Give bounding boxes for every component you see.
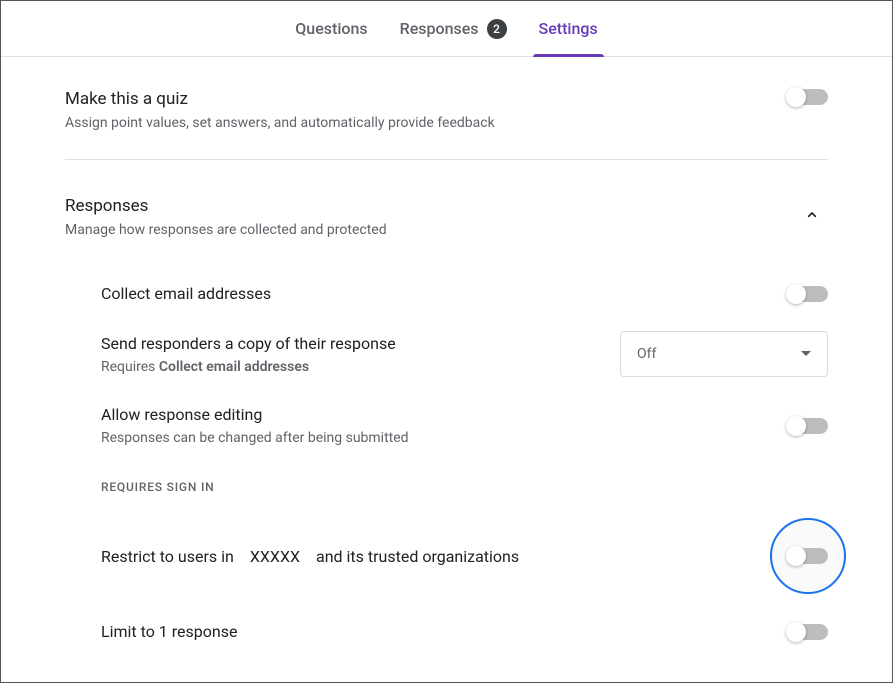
tab-responses[interactable]: Responses 2: [400, 1, 507, 57]
settings-content: Make this a quiz Assign point values, se…: [1, 57, 892, 683]
tab-settings-label: Settings: [539, 19, 598, 38]
chevron-up-icon: [804, 207, 820, 223]
tabs-header: Questions Responses 2 Settings: [1, 1, 892, 57]
responses-body: Collect email addresses Send responders …: [65, 238, 828, 655]
quiz-title: Make this a quiz: [65, 89, 495, 109]
responses-subtitle: Manage how responses are collected and p…: [65, 222, 387, 238]
restrict-org: XXXXX: [250, 547, 300, 566]
tab-settings[interactable]: Settings: [539, 1, 598, 57]
responses-section: Responses Manage how responses are colle…: [65, 160, 828, 683]
quiz-subtitle: Assign point values, set answers, and au…: [65, 115, 495, 131]
limit-one-title: Limit to 1 response: [101, 622, 788, 641]
tab-questions-label: Questions: [295, 19, 367, 38]
collect-email-toggle[interactable]: [788, 286, 828, 302]
send-copy-dropdown-value: Off: [637, 346, 656, 362]
send-copy-row: Send responders a copy of their response…: [101, 317, 828, 391]
quiz-toggle[interactable]: [788, 89, 828, 105]
requires-sign-in-label: REQUIRES SIGN IN: [101, 460, 828, 504]
quiz-section: Make this a quiz Assign point values, se…: [65, 81, 828, 160]
tab-responses-label: Responses: [400, 19, 479, 38]
allow-editing-row: Allow response editing Responses can be …: [101, 391, 828, 460]
restrict-users-title: Restrict to users in XXXXX and its trust…: [101, 547, 770, 566]
send-copy-title: Send responders a copy of their response: [101, 334, 620, 353]
restrict-users-row: Restrict to users in XXXXX and its trust…: [101, 504, 828, 608]
tab-questions[interactable]: Questions: [295, 1, 367, 57]
restrict-part2: and its trusted organizations: [316, 547, 519, 566]
collapse-button[interactable]: [796, 199, 828, 235]
responses-count-badge: 2: [487, 19, 507, 39]
send-copy-dropdown[interactable]: Off: [620, 331, 828, 377]
restrict-users-toggle[interactable]: [788, 548, 828, 564]
responses-title: Responses: [65, 196, 387, 216]
allow-editing-title: Allow response editing: [101, 405, 788, 424]
restrict-part1: Restrict to users in: [101, 547, 234, 566]
limit-one-toggle[interactable]: [788, 624, 828, 640]
allow-editing-toggle[interactable]: [788, 418, 828, 434]
send-copy-requires-prefix: Requires: [101, 359, 159, 375]
send-copy-subtitle: Requires Collect email addresses: [101, 359, 620, 375]
allow-editing-subtitle: Responses can be changed after being sub…: [101, 430, 788, 446]
dropdown-arrow-icon: [801, 351, 811, 357]
limit-one-row: Limit to 1 response: [101, 608, 828, 655]
collect-email-title: Collect email addresses: [101, 284, 788, 303]
send-copy-requires-bold: Collect email addresses: [159, 359, 309, 375]
collect-email-row: Collect email addresses: [101, 270, 828, 317]
restrict-toggle-highlight: [770, 518, 846, 594]
